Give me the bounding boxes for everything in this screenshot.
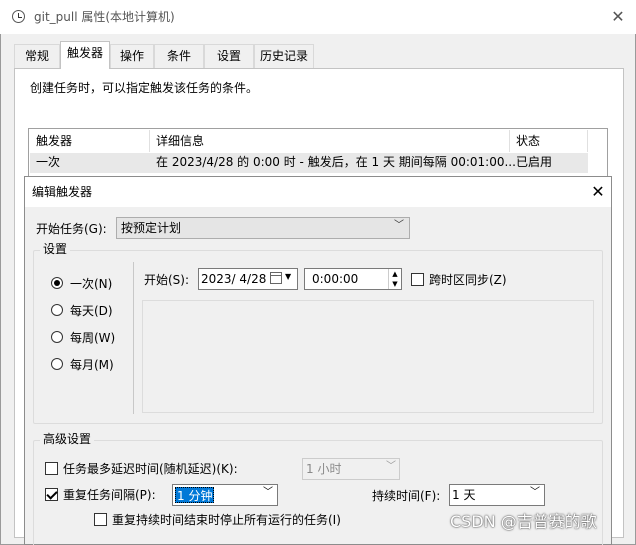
tab-triggers[interactable]: 触发器 <box>60 41 110 69</box>
row-trigger-cell: 一次 <box>36 155 61 169</box>
radio-weekly-label[interactable]: 每周(W) <box>70 332 115 344</box>
settings-group-label: 设置 <box>40 243 71 255</box>
spin-down-icon[interactable]: ▼ <box>388 279 401 289</box>
dialog-titlebar <box>25 177 611 207</box>
delay-value: 1 小时 <box>306 462 342 476</box>
window-title: git_pull 属性(本地计算机) <box>34 10 175 24</box>
chevron-down-icon: ﹀ <box>386 461 396 472</box>
begin-task-label: 开始任务(G): <box>36 222 107 236</box>
stop-at-end-checkbox[interactable] <box>94 513 107 526</box>
window-close-icon[interactable]: ✕ <box>608 8 628 26</box>
chevron-down-icon: ﹀ <box>530 487 540 498</box>
column-header-trigger[interactable]: 触发器 <box>30 130 150 152</box>
start-date-value: 2023/ 4/28 <box>201 272 267 286</box>
repeat-interval-value: 1 分钟 <box>175 487 215 503</box>
start-label: 开始(S): <box>144 273 190 287</box>
radio-weekly[interactable] <box>51 331 63 343</box>
calendar-icon[interactable] <box>270 272 282 284</box>
sync-timezone-label[interactable]: 跨时区同步(Z) <box>429 274 507 286</box>
repeat-label[interactable]: 重复任务间隔(P): <box>63 489 156 501</box>
clock-icon <box>12 10 25 23</box>
start-time-value: 0:00:00 <box>312 272 359 286</box>
spin-up-icon[interactable]: ▲ <box>388 269 401 279</box>
radio-daily-label[interactable]: 每天(D) <box>70 305 113 317</box>
sync-timezone-checkbox[interactable] <box>411 273 424 286</box>
radio-monthly[interactable] <box>51 358 63 370</box>
settings-divider <box>133 262 134 414</box>
column-header-status[interactable]: 状态 <box>510 130 588 152</box>
begin-task-value: 按预定计划 <box>121 221 182 235</box>
tab-actions[interactable]: 操作 <box>110 44 154 68</box>
repeat-checkbox[interactable] <box>45 488 58 501</box>
radio-once[interactable] <box>51 277 63 289</box>
radio-monthly-label[interactable]: 每月(M) <box>70 359 114 371</box>
tab-general[interactable]: 常规 <box>14 44 60 68</box>
row-details-cell: 在 2023/4/28 的 0:00 时 - 触发后，在 1 天 期间每隔 00… <box>156 155 516 169</box>
delay-checkbox[interactable] <box>45 462 58 475</box>
advanced-settings-label: 高级设置 <box>40 433 95 445</box>
tab-history[interactable]: 历史记录 <box>254 44 314 68</box>
duration-value: 1 天 <box>452 488 476 502</box>
row-status-cell: 已启用 <box>516 155 553 169</box>
column-header-details[interactable]: 详细信息 <box>150 130 510 152</box>
panel-description: 创建任务时，可以指定触发该任务的条件。 <box>30 81 259 95</box>
stop-at-end-label[interactable]: 重复持续时间结束时停止所有运行的任务(I) <box>112 514 341 526</box>
radio-once-label[interactable]: 一次(N) <box>70 278 112 290</box>
dialog-close-icon[interactable]: ✕ <box>587 181 609 203</box>
tab-conditions[interactable]: 条件 <box>154 44 204 68</box>
watermark: CSDN @吉普赛的歌 <box>450 512 597 531</box>
chevron-down-icon: ﹀ <box>394 220 404 231</box>
chevron-down-icon: ﹀ <box>263 487 273 498</box>
radio-daily[interactable] <box>51 304 63 316</box>
schedule-detail-area <box>142 300 594 413</box>
dialog-title: 编辑触发器 <box>32 185 93 199</box>
delay-label[interactable]: 任务最多延迟时间(随机延迟)(K): <box>63 463 238 475</box>
chevron-down-icon[interactable]: ▼ <box>285 273 291 281</box>
duration-label: 持续时间(F): <box>372 489 441 503</box>
tab-settings[interactable]: 设置 <box>204 44 254 68</box>
